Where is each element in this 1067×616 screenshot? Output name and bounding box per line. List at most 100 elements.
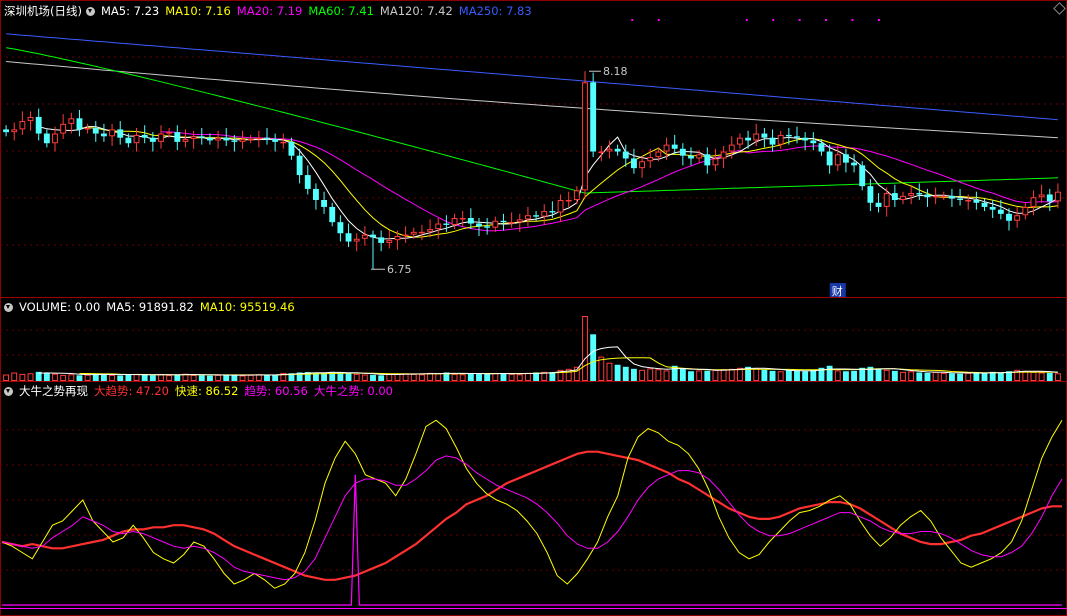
volume-legend: VOLUME: 0.00 MA5: 91891.82 MA10: 95519.46: [19, 300, 301, 314]
main-menu-icon[interactable]: [85, 7, 95, 16]
candle-body-35: [288, 141, 295, 156]
candle-body-47: [386, 240, 393, 243]
candle-body-68: [557, 200, 564, 213]
volume-bar-89: [728, 368, 735, 381]
volume-bar-77: [630, 368, 637, 381]
low-price-label: 6.75: [387, 263, 412, 276]
volume-bar-109: [891, 370, 898, 381]
indicator-legend-item-1: 大趋势: 47.20: [94, 384, 169, 398]
candle-body-109: [891, 193, 898, 200]
candle-body-5: [43, 133, 50, 144]
candle-body-106: [867, 186, 874, 203]
candle-body-126: [1030, 197, 1037, 207]
volume-bar-72: [590, 334, 597, 381]
candle-body-45: [370, 234, 376, 238]
volume-bar-74: [606, 362, 613, 381]
candle-body-77: [630, 158, 637, 169]
volume-bar-103: [842, 371, 849, 381]
candle-body-19: [158, 133, 164, 142]
volume-bar-9: [76, 375, 83, 381]
high-price-label: 8.18: [603, 65, 628, 78]
volume-ma5-line: [38, 346, 1058, 376]
volume-bar-53: [435, 373, 442, 382]
volume-bar-14: [117, 375, 124, 381]
candle-body-0: [3, 129, 10, 133]
volume-bar-111: [908, 371, 915, 382]
volume-bar-115: [940, 372, 947, 381]
candle-body-104: [851, 162, 858, 166]
volume-bar-112: [916, 372, 923, 381]
volume-bar-108: [883, 369, 890, 382]
candle-body-53: [435, 223, 442, 230]
volume-bar-46: [378, 375, 385, 381]
candle-body-9: [76, 118, 83, 130]
candle-body-89: [728, 144, 735, 152]
candle-body-38: [312, 188, 319, 200]
candle-body-27: [223, 137, 230, 141]
candle-body-91: [745, 137, 752, 141]
volume-bar-75: [614, 364, 621, 381]
volume-bar-8: [68, 374, 75, 381]
candle-body-93: [761, 133, 768, 138]
volume-bar-64: [524, 372, 531, 381]
candle-body-55: [451, 218, 458, 225]
candle-body-37: [304, 175, 311, 189]
volume-bar-86: [704, 370, 711, 381]
volume-bar-129: [1054, 373, 1061, 382]
candle-body-23: [190, 136, 197, 140]
volume-bar-18: [149, 375, 156, 381]
volume-bar-50: [410, 373, 417, 382]
candle-body-86: [704, 154, 711, 166]
volume-bar-79: [647, 368, 654, 381]
volume-bar-92: [753, 368, 760, 381]
candle-body-114: [932, 195, 939, 198]
volume-bar-62: [508, 373, 515, 382]
candle-body-3: [27, 116, 34, 122]
volume-bar-104: [851, 370, 858, 381]
volume-bar-71: [582, 316, 588, 381]
candle-body-72: [590, 82, 597, 152]
volume-menu-icon[interactable]: [4, 303, 13, 312]
candle-body-59: [484, 226, 491, 228]
candle-body-119: [973, 200, 980, 203]
volume-bar-102: [834, 370, 841, 381]
candle-body-83: [679, 148, 686, 156]
indicator-legend: 大牛之势再现 大趋势: 47.20 快速: 86.52 趋势: 60.56 大牛之势: …: [19, 384, 399, 398]
candle-body-4: [35, 116, 42, 134]
candle-body-117: [957, 198, 964, 200]
candle-body-115: [940, 195, 947, 198]
volume-bar-12: [100, 374, 107, 381]
volume-bar-80: [655, 369, 662, 382]
volume-bar-20: [166, 375, 173, 382]
candle-body-84: [688, 155, 694, 159]
candle-body-63: [516, 219, 523, 223]
candle-body-73: [598, 151, 605, 154]
indicator-menu-icon[interactable]: [4, 387, 13, 396]
candle-body-32: [264, 137, 270, 140]
ma-legend-item-5: MA250: 7.83: [458, 4, 532, 18]
candle-body-82: [671, 144, 678, 149]
candle-body-94: [769, 137, 776, 145]
volume-bar-76: [622, 366, 629, 381]
volume-bar-0: [3, 374, 10, 381]
volume-bar-7: [60, 374, 67, 381]
volume-bar-47: [386, 374, 393, 381]
ma-legend-item-3: MA60: 7.41: [308, 4, 374, 18]
volume-bar-116: [948, 373, 955, 381]
candle-body-123: [1006, 213, 1012, 221]
volume-bar-15: [125, 374, 132, 381]
signal-dot-3: [772, 19, 775, 21]
volume-bar-5: [43, 372, 50, 381]
candle-body-71: [582, 82, 588, 191]
signal-dot-4: [798, 19, 801, 21]
volume-bar-51: [418, 374, 425, 381]
volume-bar-19: [158, 374, 164, 381]
candle-body-54: [443, 223, 450, 225]
main-ma-legend: MA5: 7.23 MA10: 7.16 MA20: 7.19 MA60: 7.41 M…: [101, 4, 538, 18]
cai-marker-label: 财: [832, 284, 843, 298]
series-0: [1, 450, 1062, 581]
volume-bar-23: [190, 374, 197, 381]
candle-body-16: [133, 134, 140, 144]
candle-body-108: [883, 193, 890, 207]
candle-body-43: [353, 238, 360, 242]
